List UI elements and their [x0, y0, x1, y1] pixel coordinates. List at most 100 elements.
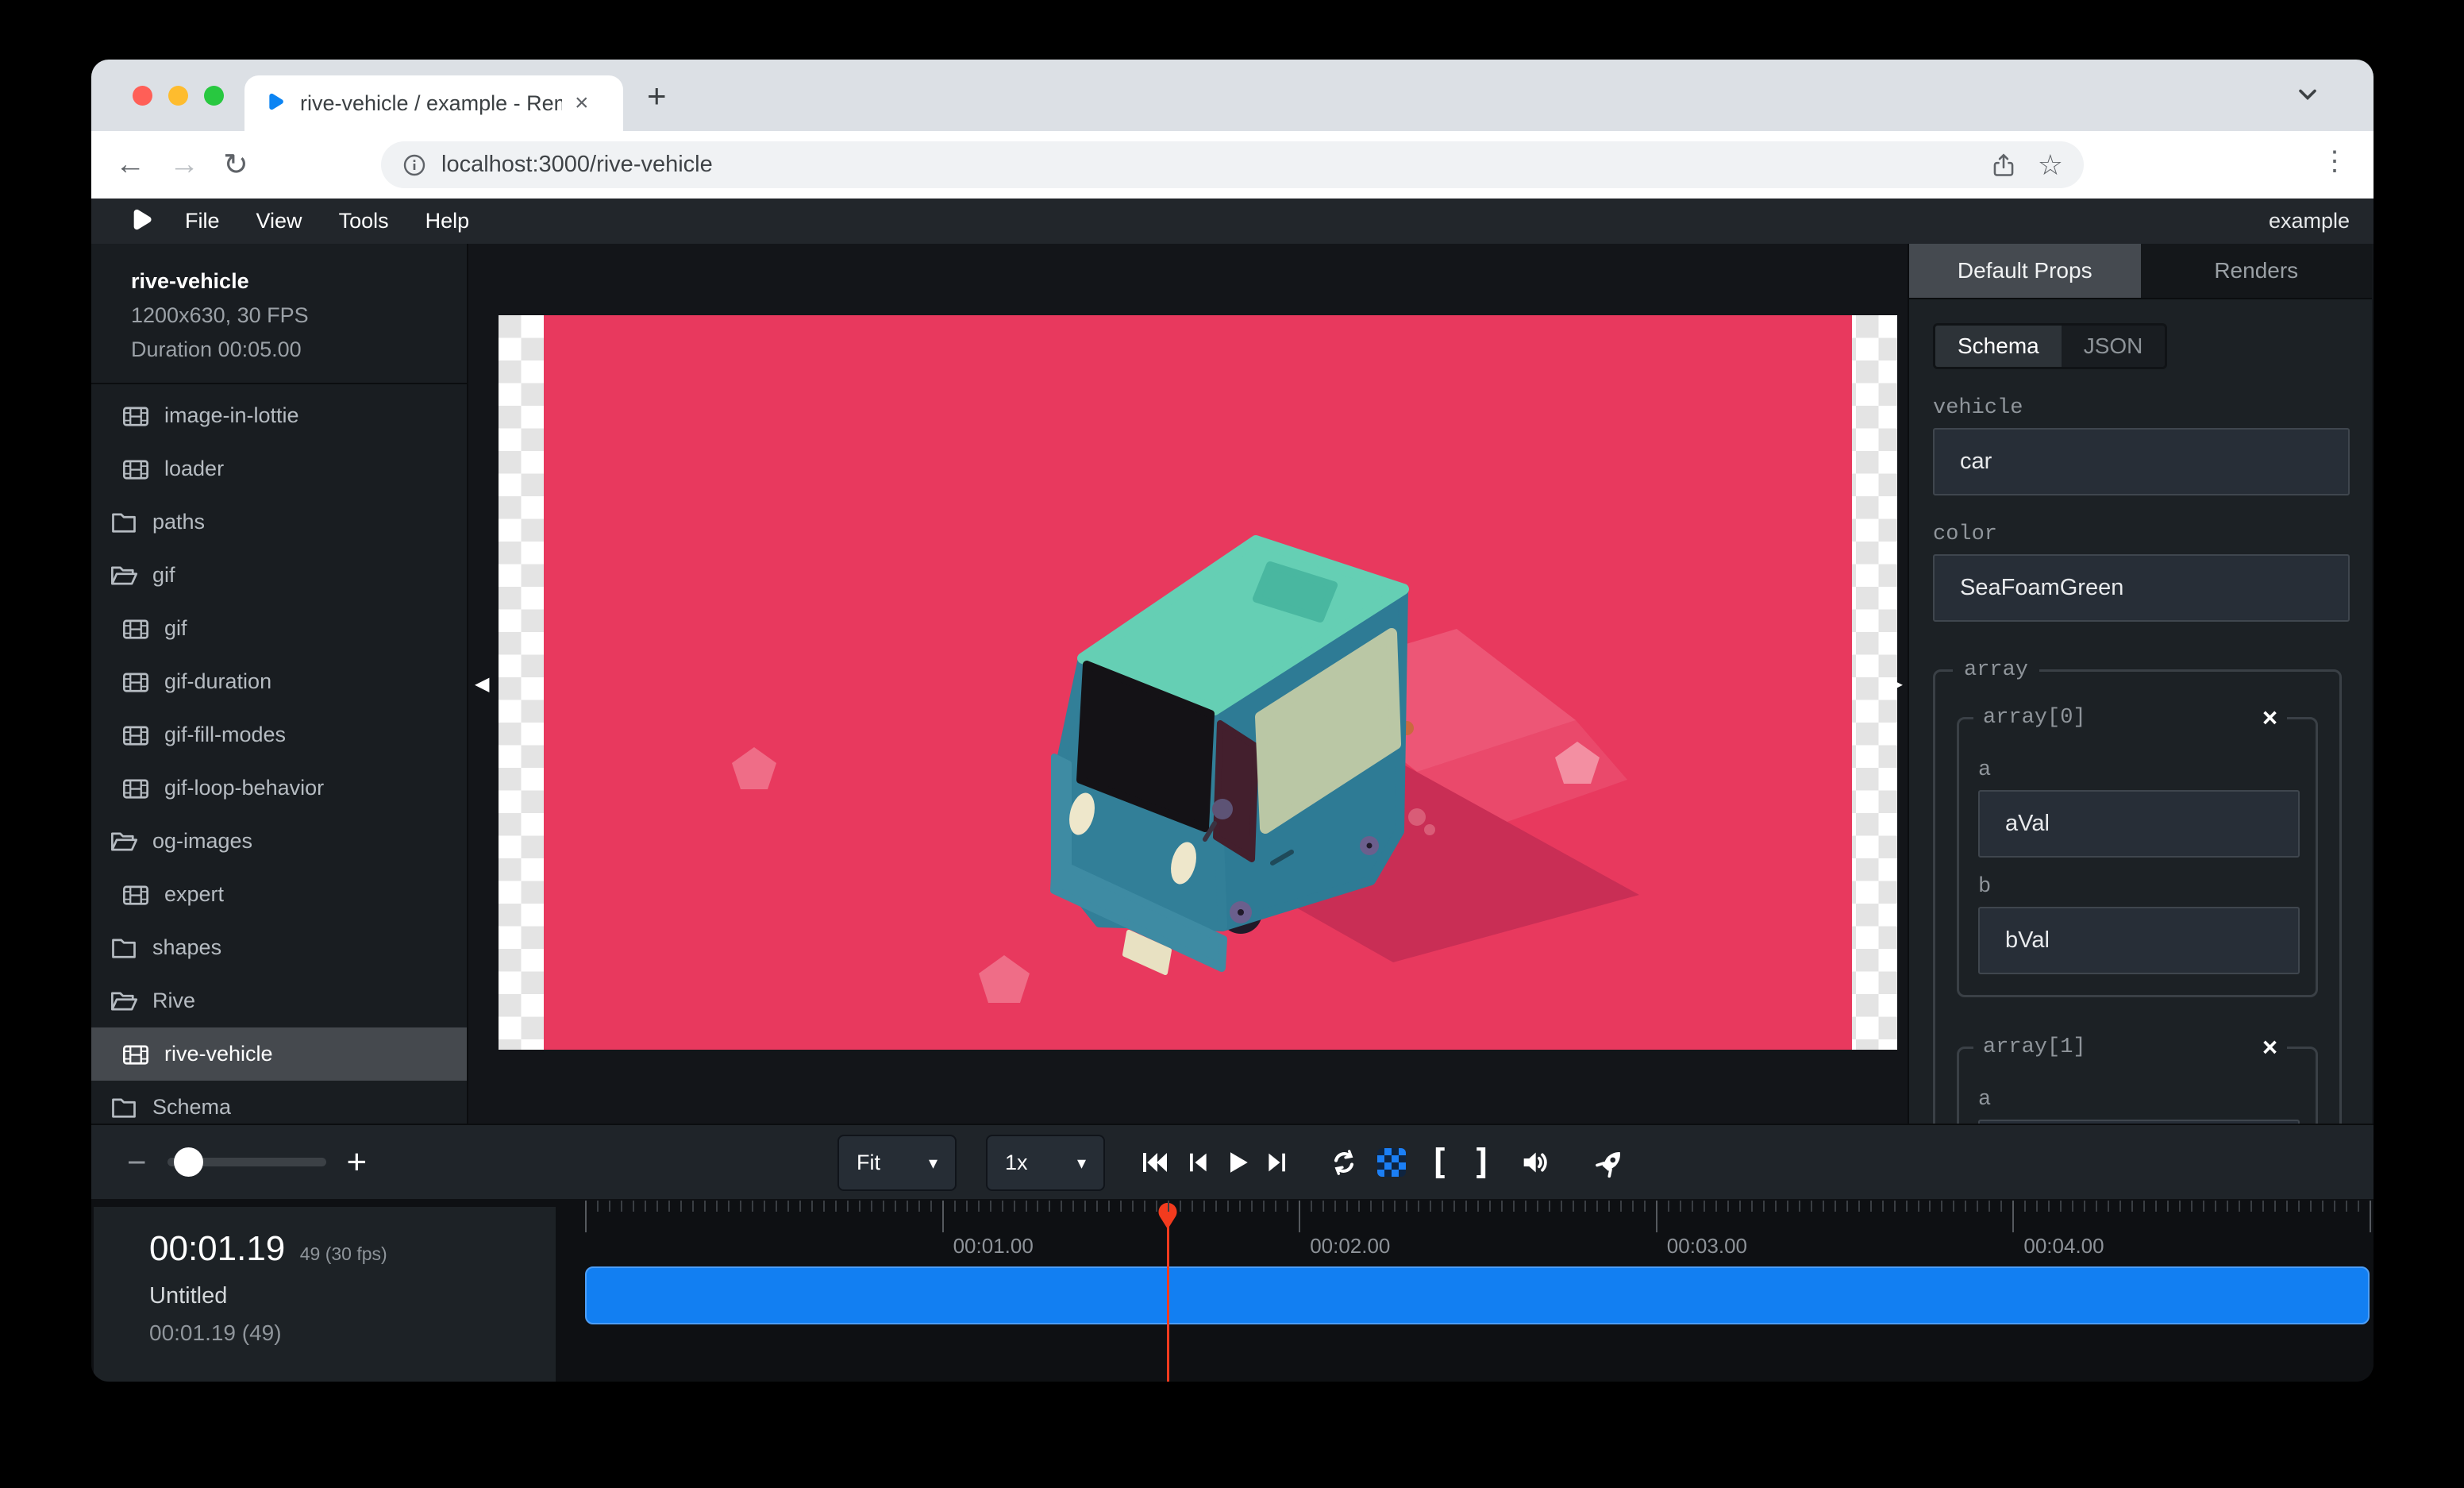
menu-items: File View Tools Help: [185, 209, 469, 233]
sidebar-item-image-in-lottie[interactable]: image-in-lottie: [91, 389, 467, 442]
timeline: 00:01.19 49 (30 fps) Untitled 00:01.19 (…: [91, 1199, 2374, 1382]
browser-menu-icon[interactable]: ⋮: [2321, 145, 2348, 177]
browser-tab[interactable]: rive-vehicle / example - Remoti ×: [244, 75, 623, 131]
render-rocket-button[interactable]: [1595, 1147, 1627, 1178]
sidebar-item-gif[interactable]: gif: [91, 602, 467, 655]
array-field-label-a: a: [1978, 758, 2316, 782]
folder-open-icon: [110, 561, 138, 590]
sidebar-item-gif[interactable]: gif: [91, 549, 467, 602]
ruler-minor-tick: [633, 1201, 634, 1212]
browser-toolbar: ← → ↻ localhost:3000/rive-vehicle ☆ ⋮: [91, 131, 2374, 199]
sidebar-item-paths[interactable]: paths: [91, 495, 467, 549]
menu-help[interactable]: Help: [425, 209, 470, 233]
ruler-minor-tick: [1168, 1201, 1169, 1212]
menu-tools[interactable]: Tools: [339, 209, 389, 233]
ruler-minor-tick: [1275, 1201, 1276, 1212]
array-field-input-a[interactable]: aVal: [1978, 790, 2300, 858]
minimize-window-icon[interactable]: [168, 86, 188, 106]
volume-button[interactable]: [1519, 1147, 1550, 1178]
chevron-down-icon[interactable]: [2293, 80, 2322, 109]
ruler-minor-tick: [1811, 1201, 1812, 1212]
url-text[interactable]: localhost:3000/rive-vehicle: [441, 152, 1969, 178]
sidebar-item-gif-fill-modes[interactable]: gif-fill-modes: [91, 708, 467, 761]
ruler-minor-tick: [1727, 1201, 1729, 1212]
playhead[interactable]: [1157, 1199, 1178, 1382]
menu-file[interactable]: File: [185, 209, 220, 233]
props-fields: vehiclecarcolorSeaFoamGreen: [1933, 396, 2348, 622]
close-window-icon[interactable]: [133, 86, 152, 106]
ruler-minor-tick: [2310, 1201, 2312, 1212]
forward-icon[interactable]: →: [169, 148, 199, 182]
bookmark-star-icon[interactable]: ☆: [2038, 151, 2063, 179]
remotion-logo-icon[interactable]: [125, 206, 156, 237]
zoom-in-icon[interactable]: +: [347, 1143, 368, 1182]
ruler-minor-tick: [1072, 1201, 1074, 1212]
array-field-label-a: a: [1978, 1088, 2316, 1112]
url-bar[interactable]: localhost:3000/rive-vehicle ☆: [381, 141, 2084, 188]
folder-icon: [110, 508, 138, 537]
collapse-left-icon[interactable]: ◀: [475, 673, 489, 696]
track-duration: 00:01.19 (49): [149, 1320, 556, 1346]
sidebar-item-expert[interactable]: expert: [91, 868, 467, 921]
ruler-minor-tick: [1037, 1201, 1038, 1212]
out-point-button[interactable]: ]: [1466, 1147, 1498, 1178]
schema-json-toggle: SchemaJSON: [1933, 323, 2167, 369]
prop-input-color[interactable]: SeaFoamGreen: [1933, 554, 2350, 622]
sidebar-item-Rive[interactable]: Rive: [91, 974, 467, 1027]
zoom-slider-thumb[interactable]: [174, 1147, 203, 1177]
jump-to-start-button[interactable]: [1139, 1147, 1171, 1178]
fit-select[interactable]: Fit ▾: [837, 1135, 957, 1191]
tab-renders[interactable]: Renders: [2141, 244, 2373, 298]
traffic-lights[interactable]: [133, 86, 224, 106]
next-frame-button[interactable]: [1261, 1147, 1293, 1178]
ruler-minor-tick: [1858, 1201, 1860, 1212]
collapse-right-icon[interactable]: ▶: [1888, 673, 1903, 696]
transparency-checkerboard-toggle[interactable]: [1376, 1147, 1407, 1178]
prop-input-vehicle[interactable]: car: [1933, 428, 2350, 495]
play-button[interactable]: [1222, 1147, 1253, 1178]
sidebar-item-shapes[interactable]: shapes: [91, 921, 467, 974]
sidebar-item-loader[interactable]: loader: [91, 442, 467, 495]
mode-schema[interactable]: Schema: [1935, 326, 2062, 367]
zoom-window-icon[interactable]: [204, 86, 224, 106]
share-icon[interactable]: [1990, 152, 2017, 179]
previous-frame-button[interactable]: [1182, 1147, 1214, 1178]
ruler-minor-tick: [1739, 1201, 1741, 1212]
timeline-track[interactable]: [585, 1266, 2370, 1324]
sidebar-item-og-images[interactable]: og-images: [91, 815, 467, 868]
sidebar-item-label: shapes: [152, 935, 221, 960]
ruler-minor-tick: [1382, 1201, 1384, 1212]
site-info-icon[interactable]: [402, 152, 427, 178]
remove-array-item-icon[interactable]: ×: [2262, 1032, 2277, 1062]
array-field-input-b[interactable]: bVal: [1978, 907, 2300, 974]
zoom-slider[interactable]: [167, 1158, 326, 1166]
folder-icon: [110, 934, 138, 962]
zoom-out-icon[interactable]: −: [127, 1143, 147, 1182]
remove-array-item-icon[interactable]: ×: [2262, 703, 2277, 733]
back-icon[interactable]: ←: [115, 148, 145, 182]
sidebar-item-rive-vehicle[interactable]: rive-vehicle: [91, 1027, 467, 1081]
ruler-minor-tick: [1846, 1201, 1848, 1212]
sidebar-item-label: expert: [164, 882, 224, 907]
sidebar-item-gif-duration[interactable]: gif-duration: [91, 655, 467, 708]
tab-close-icon[interactable]: ×: [575, 91, 589, 115]
in-point-button[interactable]: [: [1423, 1147, 1455, 1178]
sidebar-item-label: paths: [152, 510, 205, 534]
caret-down-icon: ▾: [929, 1153, 937, 1174]
ruler-minor-tick: [1596, 1201, 1598, 1212]
reload-icon[interactable]: ↻: [223, 147, 248, 183]
ruler-minor-tick: [787, 1201, 789, 1212]
ruler-minor-tick: [1358, 1201, 1360, 1212]
ruler-minor-tick: [609, 1201, 610, 1212]
new-tab-button[interactable]: +: [647, 77, 667, 115]
menu-view[interactable]: View: [256, 209, 302, 233]
sidebar-item-gif-loop-behavior[interactable]: gif-loop-behavior: [91, 761, 467, 815]
timeline-ruler[interactable]: 00:01.0000:02.0000:03.0000:04.00: [556, 1199, 2374, 1382]
speed-select[interactable]: 1x ▾: [986, 1135, 1105, 1191]
ruler-minor-tick: [1215, 1201, 1217, 1212]
ruler-minor-tick: [1620, 1201, 1622, 1212]
ruler-minor-tick: [728, 1201, 730, 1212]
loop-toggle-button[interactable]: [1328, 1147, 1360, 1178]
tab-default-props[interactable]: Default Props: [1909, 244, 2141, 298]
mode-json[interactable]: JSON: [2062, 326, 2166, 367]
